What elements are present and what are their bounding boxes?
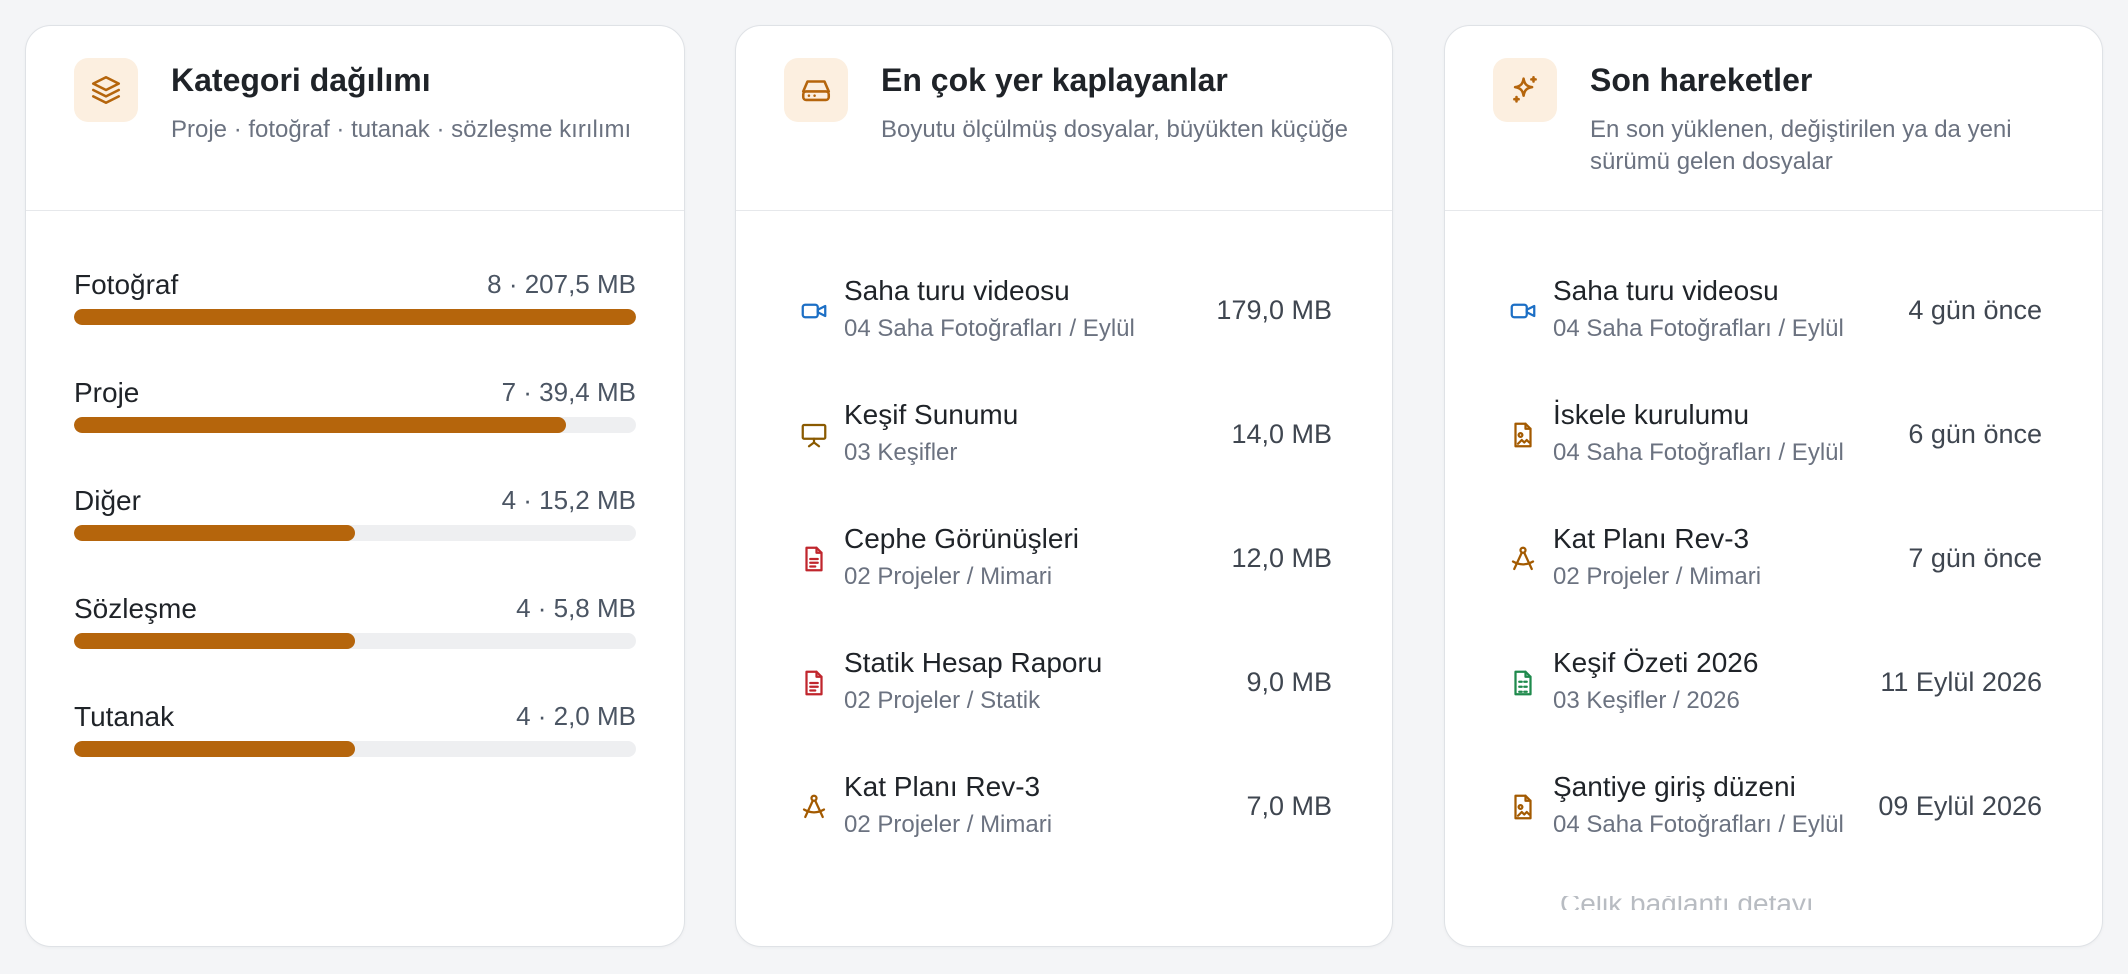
- card-subtitle: En son yüklenen, değiştirilen ya da yeni…: [1590, 116, 2012, 175]
- file-row[interactable]: Saha turu videosu 04 Saha Fotoğrafları /…: [796, 271, 1332, 351]
- activity-time: 6 gün önce: [1908, 419, 2042, 449]
- category-bar: [74, 309, 636, 325]
- category-label: Diğer: [74, 485, 141, 516]
- category-bar-fill: [74, 525, 355, 541]
- hard-drive-icon: [784, 58, 848, 122]
- activity-row[interactable]: Keşif Özeti 2026 03 Keşifler / 2026 11 E…: [1505, 643, 2042, 723]
- activity-row[interactable]: Kat Planı Rev-3 02 Projeler / Mimari 7 g…: [1505, 519, 2042, 599]
- file-path: 04 Saha Fotoğrafları / Eylül: [1553, 315, 1844, 342]
- category-label: Sözleşme: [74, 593, 197, 624]
- card-header: En çok yer kaplayanlar Boyutu ölçülmüş d…: [736, 26, 1392, 211]
- file-path: 03 Keşifler / 2026: [1553, 687, 1740, 714]
- sparkles-icon: [1493, 58, 1557, 122]
- card-title: Kategori dağılımı: [171, 62, 431, 98]
- category-bar-fill: [74, 309, 636, 325]
- recent-activity-card: Son hareketler En son yüklenen, değiştir…: [1444, 25, 2103, 947]
- category-bar: [74, 741, 636, 757]
- image-file-icon: [1505, 417, 1541, 453]
- category-value: 4 · 2,0 MB: [516, 701, 636, 731]
- image-file-icon: [1505, 789, 1541, 825]
- card-title: En çok yer kaplayanlar: [881, 62, 1228, 98]
- file-name: Çelik bağlantı detayı: [1560, 896, 1880, 910]
- file-path: 02 Projeler / Statik: [844, 687, 1041, 714]
- spreadsheet-icon: [1505, 665, 1541, 701]
- layers-icon: [74, 58, 138, 122]
- activity-time: 09 Eylül 2026: [1878, 791, 2042, 821]
- file-path: 04 Saha Fotoğrafları / Eylül: [1553, 811, 1844, 838]
- category-bar-fill: [74, 741, 355, 757]
- file-name: Statik Hesap Raporu: [844, 647, 1103, 678]
- document-icon: [796, 541, 832, 577]
- file-name: Şantiye giriş düzeni: [1553, 771, 1796, 802]
- file-name: Keşif Özeti 2026: [1553, 647, 1759, 678]
- card-subtitle: Boyutu ölçülmüş dosyalar, büyükten küçüğ…: [881, 116, 1348, 143]
- activity-row[interactable]: Saha turu videosu 04 Saha Fotoğrafları /…: [1505, 271, 2042, 351]
- file-path: 02 Projeler / Mimari: [844, 811, 1053, 838]
- activity-time: 11 Eylül 2026: [1880, 667, 2042, 697]
- file-size: 9,0 MB: [1246, 667, 1332, 697]
- activity-time: 4 gün önce: [1908, 295, 2042, 325]
- category-bar-fill: [74, 417, 566, 433]
- file-name: Kat Planı Rev-3: [1553, 523, 1750, 554]
- file-path: 03 Keşifler: [844, 439, 958, 466]
- file-name: Cephe Görünüşleri: [844, 523, 1080, 554]
- file-name: Kat Planı Rev-3: [844, 771, 1041, 802]
- category-label: Fotoğraf: [74, 269, 179, 300]
- file-size: 12,0 MB: [1231, 543, 1332, 573]
- partial-activity-row: Çelik bağlantı detayı: [1560, 896, 1880, 910]
- category-bar: [74, 633, 636, 649]
- category-bar-fill: [74, 633, 355, 649]
- video-icon: [796, 293, 832, 329]
- file-name: Saha turu videosu: [844, 275, 1070, 306]
- category-value: 7 · 39,4 MB: [501, 377, 636, 407]
- document-icon: [796, 665, 832, 701]
- category-bar: [74, 525, 636, 541]
- file-name: Saha turu videosu: [1553, 275, 1779, 306]
- file-path: 02 Projeler / Mimari: [1553, 563, 1762, 590]
- category-label: Proje: [74, 377, 140, 408]
- compass-drafting-icon: [1505, 541, 1541, 577]
- file-path: 04 Saha Fotoğrafları / Eylül: [844, 315, 1135, 342]
- category-value: 4 · 15,2 MB: [501, 485, 636, 515]
- activity-row[interactable]: Şantiye giriş düzeni 04 Saha Fotoğraflar…: [1505, 767, 2042, 847]
- category-value: 8 · 207,5 MB: [487, 269, 636, 299]
- presentation-icon: [796, 417, 832, 453]
- card-header: Kategori dağılımı Proje · fotoğraf · tut…: [26, 26, 684, 211]
- card-header: Son hareketler En son yüklenen, değiştir…: [1445, 26, 2102, 211]
- file-row[interactable]: Kat Planı Rev-3 02 Projeler / Mimari 7,0…: [796, 767, 1332, 847]
- activity-row[interactable]: İskele kurulumu 04 Saha Fotoğrafları / E…: [1505, 395, 2042, 475]
- file-size: 14,0 MB: [1231, 419, 1332, 449]
- file-row[interactable]: Keşif Sunumu 03 Keşifler 14,0 MB: [796, 395, 1332, 475]
- file-name: İskele kurulumu: [1553, 399, 1750, 430]
- activity-time: 7 gün önce: [1908, 543, 2042, 573]
- category-bar: [74, 417, 636, 433]
- file-path: 04 Saha Fotoğrafları / Eylül: [1553, 439, 1844, 466]
- largest-files-card: En çok yer kaplayanlar Boyutu ölçülmüş d…: [735, 25, 1393, 947]
- category-distribution-card: Kategori dağılımı Proje · fotoğraf · tut…: [25, 25, 685, 947]
- file-row[interactable]: Cephe Görünüşleri 02 Projeler / Mimari 1…: [796, 519, 1332, 599]
- file-name: Keşif Sunumu: [844, 399, 1019, 430]
- file-size: 179,0 MB: [1216, 295, 1332, 325]
- file-path: 02 Projeler / Mimari: [844, 563, 1053, 590]
- file-row[interactable]: Statik Hesap Raporu 02 Projeler / Statik…: [796, 643, 1332, 723]
- category-label: Tutanak: [74, 701, 175, 732]
- category-value: 4 · 5,8 MB: [516, 593, 636, 623]
- card-title: Son hareketler: [1590, 62, 1813, 98]
- compass-drafting-icon: [796, 789, 832, 825]
- file-size: 7,0 MB: [1246, 791, 1332, 821]
- card-subtitle: Proje · fotoğraf · tutanak · sözleşme kı…: [171, 116, 632, 143]
- video-icon: [1505, 293, 1541, 329]
